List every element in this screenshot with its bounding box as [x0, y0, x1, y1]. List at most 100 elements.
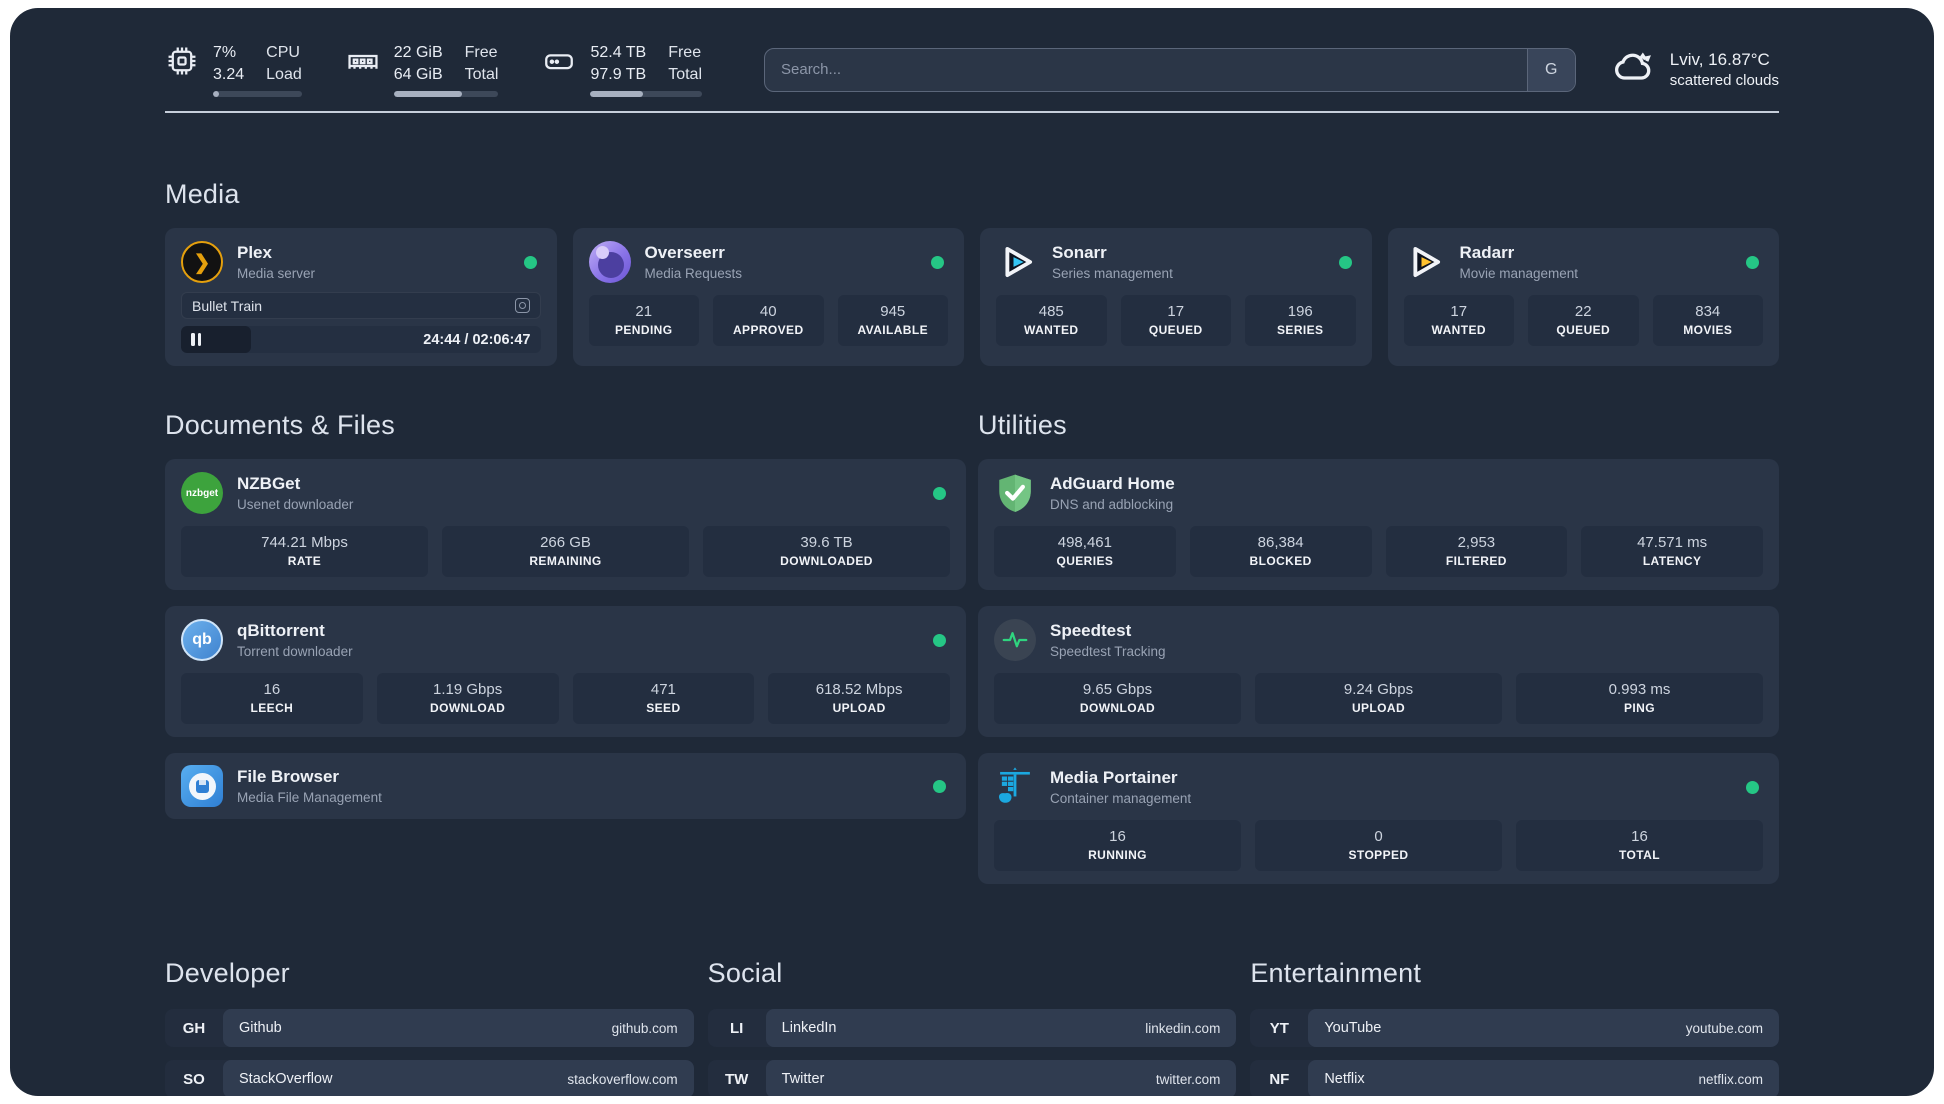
- cpu-stat: 7% 3.24 CPU Load: [165, 42, 302, 98]
- stat-label: QUEUED: [1148, 323, 1203, 338]
- stat-label: QUERIES: [1056, 554, 1114, 569]
- stat-value: 485: [1038, 303, 1064, 321]
- app-card-filebrowser[interactable]: File Browser Media File Management: [165, 753, 966, 820]
- stat-tile: 498,461 QUERIES: [994, 526, 1176, 578]
- pause-button[interactable]: [191, 333, 201, 347]
- developer-section: Developer GH Github github.com SO StackO…: [165, 958, 694, 1096]
- section-title-entertainment: Entertainment: [1250, 958, 1422, 989]
- stat-value: 471: [650, 681, 676, 699]
- stat-label: AVAILABLE: [857, 323, 928, 338]
- stat-label: DOWNLOADED: [780, 554, 873, 569]
- playback-progress-bar[interactable]: 24:44 / 02:06:47: [181, 326, 541, 354]
- status-dot: [933, 633, 946, 647]
- app-desc: Speedtest Tracking: [1050, 644, 1166, 660]
- link-row-stackoverflow[interactable]: SO StackOverflow stackoverflow.com: [165, 1060, 694, 1096]
- overseerr-icon: [588, 241, 631, 284]
- documents-column: Documents & Files nzbget NZBGet Usenet d…: [165, 410, 966, 820]
- link-row-netflix[interactable]: NF Netflix netflix.com: [1250, 1060, 1779, 1096]
- search-input[interactable]: [765, 48, 1527, 91]
- link-url: github.com: [611, 1020, 678, 1036]
- stat-value: 21: [635, 303, 653, 321]
- stat-label: PING: [1624, 701, 1655, 716]
- stat-tile: 0 STOPPED: [1255, 820, 1502, 872]
- stat-tile: 0.993 ms PING: [1516, 673, 1763, 725]
- stat-label: BLOCKED: [1249, 554, 1312, 569]
- stat-value: 196: [1287, 303, 1313, 321]
- memory-icon: [346, 44, 380, 78]
- cpu-usage-bar: [213, 91, 302, 98]
- stat-label: FILTERED: [1445, 554, 1507, 569]
- disk-total-value: 97.9 TB: [590, 65, 647, 83]
- stat-value: 39.6 TB: [800, 534, 853, 552]
- disk-stat: 52.4 TB 97.9 TB Free Total: [542, 42, 702, 98]
- adguard-shield-icon: [994, 472, 1036, 514]
- stat-value: 1.19 Gbps: [433, 681, 503, 699]
- status-dot: [1746, 255, 1759, 269]
- stat-tile: 16 LEECH: [181, 673, 363, 725]
- stat-value: 834: [1695, 303, 1721, 321]
- stat-label: STOPPED: [1348, 848, 1409, 863]
- app-name: NZBGet: [237, 474, 301, 494]
- link-abbr: TW: [724, 1070, 749, 1088]
- stat-tile: 618.52 Mbps UPLOAD: [768, 673, 950, 725]
- memory-stat: 22 GiB 64 GiB Free Total: [346, 42, 499, 98]
- weather-condition: scattered clouds: [1669, 72, 1779, 90]
- dashboard-page: 7% 3.24 CPU Load 22 GiB 64 GiB Free Tota…: [10, 8, 1934, 1096]
- stat-value: 266 GB: [540, 534, 591, 552]
- playback-time: 24:44 / 02:06:47: [423, 331, 531, 348]
- stat-tile: 485 WANTED: [996, 295, 1107, 347]
- stat-tile: 2,953 FILTERED: [1385, 526, 1568, 578]
- stat-label: SEED: [646, 701, 681, 716]
- link-abbr: SO: [183, 1070, 205, 1088]
- search-engine-button[interactable]: G: [1526, 48, 1575, 91]
- stat-label: APPROVED: [732, 323, 804, 338]
- stat-value: 47.571 ms: [1637, 534, 1708, 552]
- app-card-overseerr[interactable]: Overseerr Media Requests 21 PENDING 40 A…: [572, 228, 964, 367]
- link-name: LinkedIn: [781, 1020, 837, 1037]
- link-url: linkedin.com: [1145, 1020, 1221, 1036]
- stat-label: DOWNLOAD: [1079, 701, 1156, 716]
- app-card-qbittorrent[interactable]: qb qBittorrent Torrent downloader 16 LEE…: [165, 606, 966, 738]
- app-card-plex[interactable]: ❯ Plex Media server Bullet Train 24:44 /…: [165, 228, 557, 367]
- link-name: Twitter: [781, 1071, 825, 1088]
- link-name: YouTube: [1324, 1020, 1382, 1037]
- app-name: File Browser: [237, 767, 340, 787]
- app-card-nzbget[interactable]: nzbget NZBGet Usenet downloader 744.21 M…: [165, 459, 966, 591]
- now-playing-row: Bullet Train: [181, 292, 541, 320]
- status-dot: [931, 255, 944, 269]
- app-desc: Container management: [1050, 791, 1192, 807]
- header-divider: [165, 111, 1779, 114]
- app-card-sonarr[interactable]: Sonarr Series management 485 WANTED 17 Q…: [980, 228, 1372, 367]
- stat-label: RUNNING: [1088, 848, 1147, 863]
- app-desc: Media server: [237, 266, 316, 282]
- portainer-icon: [994, 766, 1036, 808]
- cpu-label: CPU: [266, 44, 300, 61]
- stat-label: LATENCY: [1642, 554, 1702, 569]
- stat-tile: 471 SEED: [572, 673, 755, 725]
- app-desc: Media File Management: [237, 790, 382, 806]
- stat-label: DOWNLOAD: [430, 701, 506, 716]
- app-card-adguard[interactable]: AdGuard Home DNS and adblocking 498,461 …: [978, 459, 1779, 591]
- app-desc: Torrent downloader: [237, 644, 353, 660]
- app-card-speedtest[interactable]: Speedtest Speedtest Tracking 9.65 Gbps D…: [978, 606, 1779, 738]
- link-row-linkedin[interactable]: LI LinkedIn linkedin.com: [707, 1009, 1237, 1048]
- link-row-twitter[interactable]: TW Twitter twitter.com: [707, 1060, 1237, 1096]
- disk-free-value: 52.4 TB: [590, 44, 647, 61]
- stat-tile: 17 WANTED: [1403, 295, 1514, 347]
- sonarr-icon: [996, 241, 1038, 283]
- link-row-youtube[interactable]: YT YouTube youtube.com: [1250, 1009, 1779, 1048]
- stat-value: 2,953: [1457, 534, 1496, 552]
- stat-label: SERIES: [1277, 323, 1324, 338]
- cpu-percent: 7%: [213, 44, 237, 61]
- stat-tile: 196 SERIES: [1245, 295, 1356, 347]
- app-card-portainer[interactable]: Media Portainer Container management 16 …: [978, 753, 1779, 885]
- link-abbr: LI: [729, 1019, 744, 1037]
- stat-value: 0.993 ms: [1608, 681, 1671, 699]
- app-card-radarr[interactable]: Radarr Movie management 17 WANTED 22 QUE…: [1387, 228, 1779, 367]
- stat-value: 86,384: [1257, 534, 1304, 552]
- stat-value: 744.21 Mbps: [261, 534, 348, 552]
- stat-tile: 744.21 Mbps RATE: [181, 526, 428, 578]
- link-row-github[interactable]: GH Github github.com: [165, 1009, 694, 1048]
- stat-label: RATE: [287, 554, 322, 569]
- cloud-icon: [1612, 45, 1656, 94]
